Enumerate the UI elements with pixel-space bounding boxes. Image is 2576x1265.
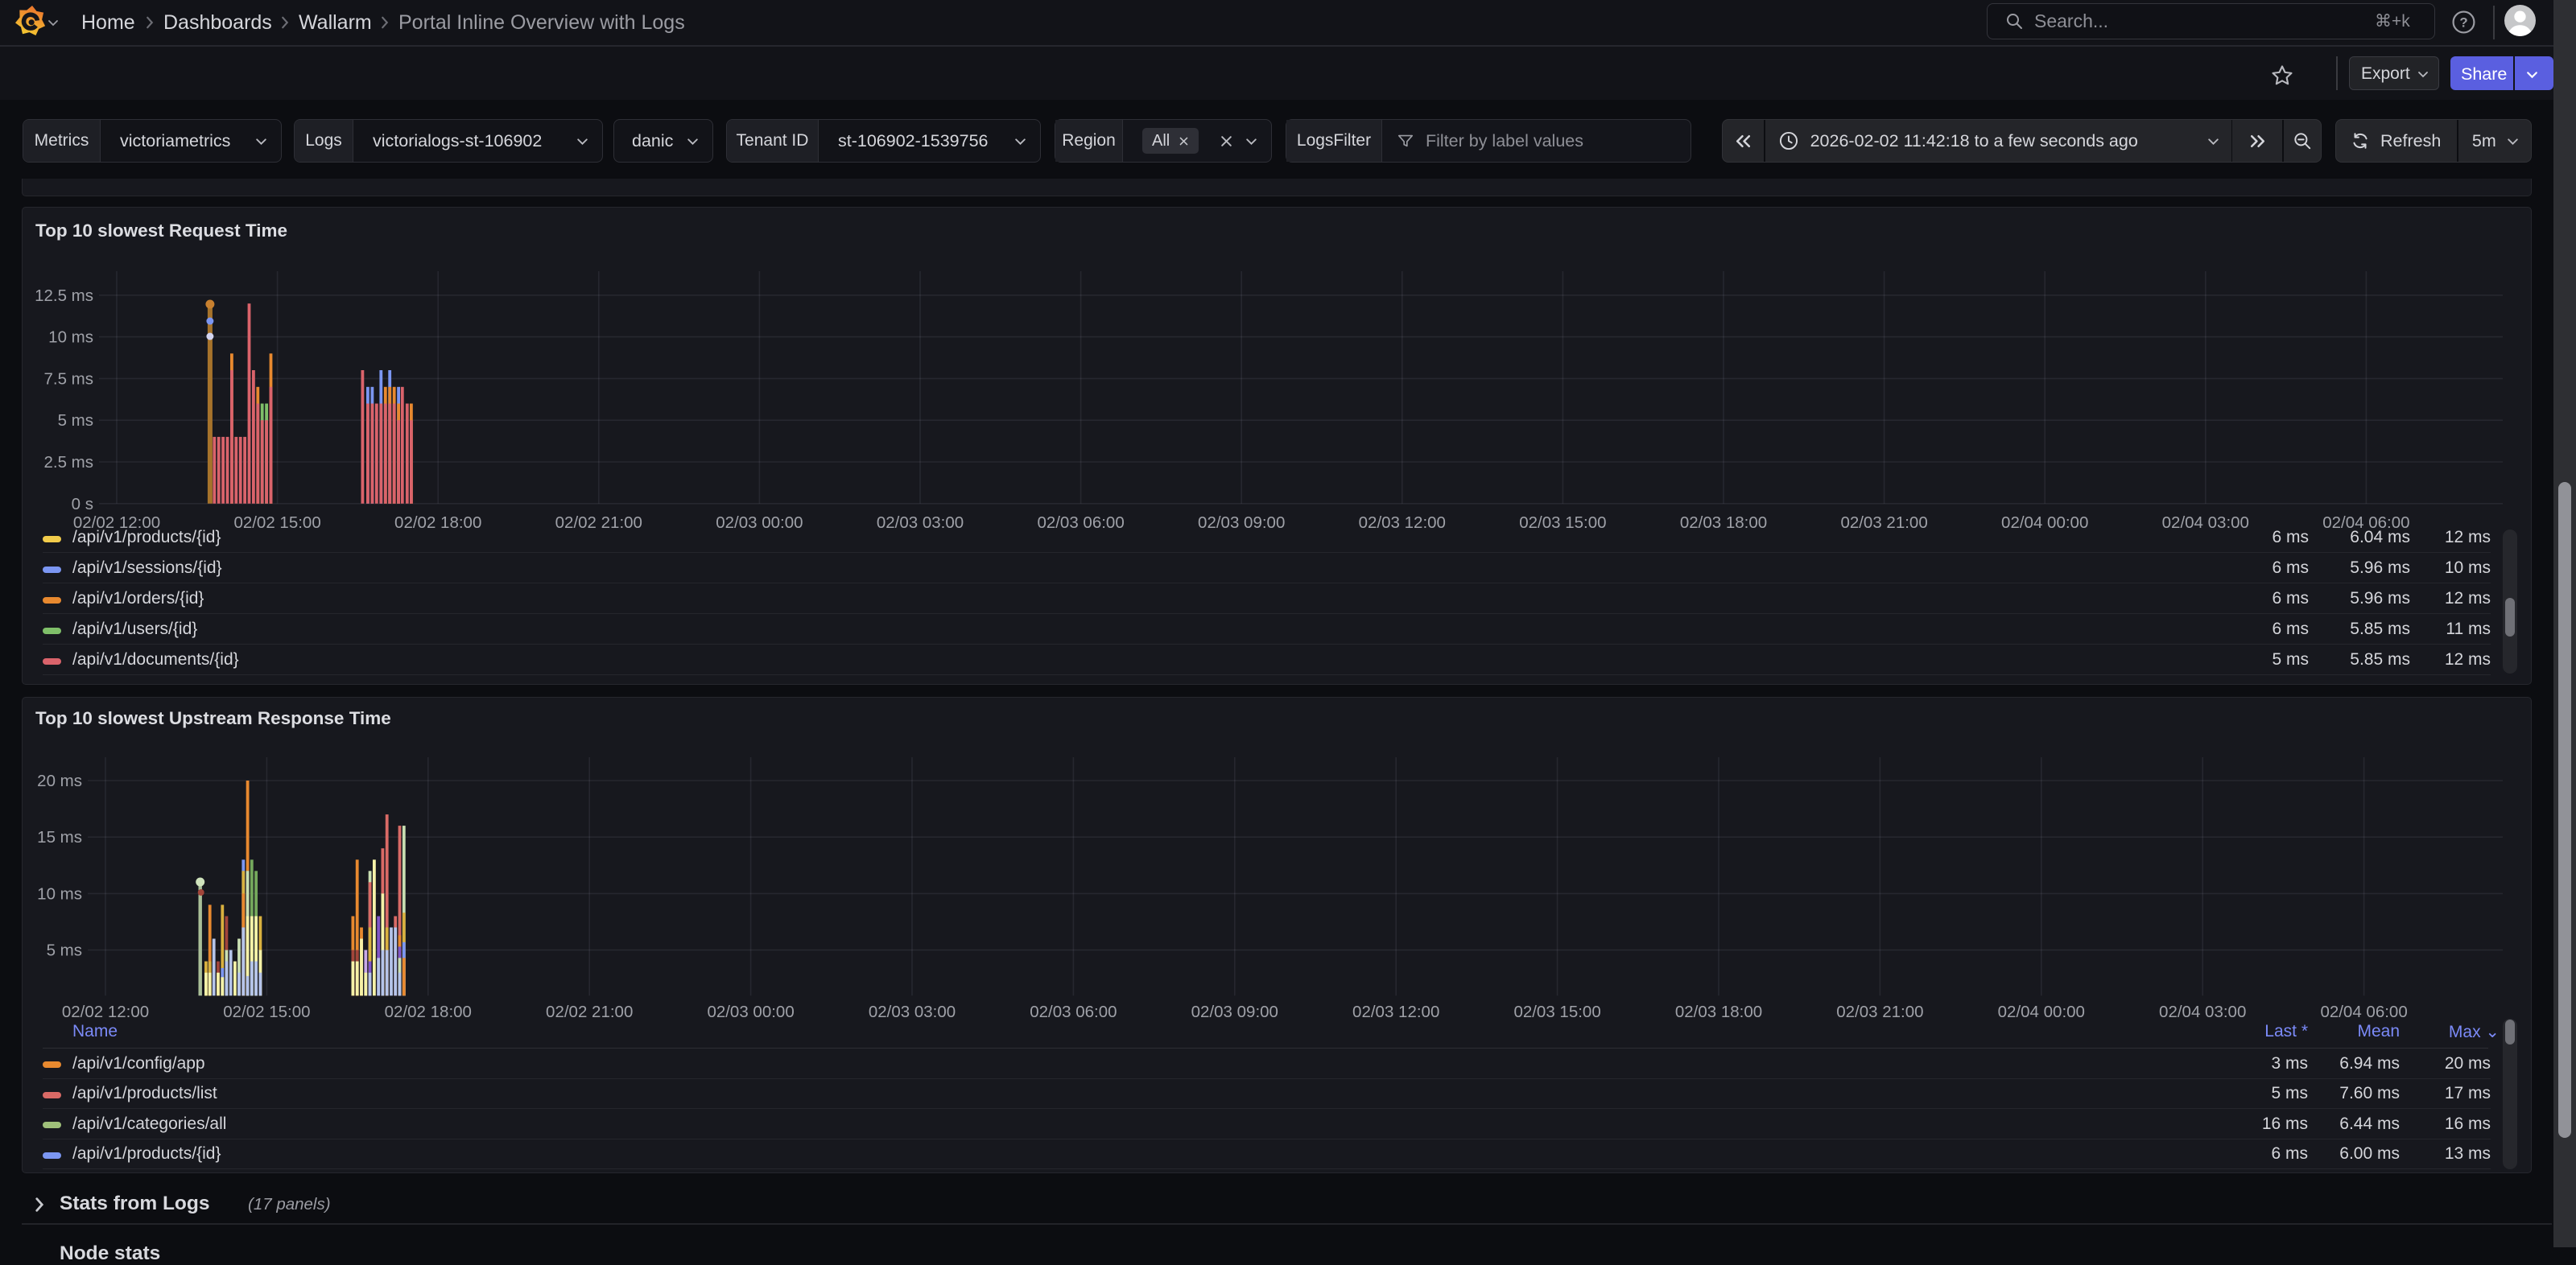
svg-text:20 ms: 20 ms [37,772,82,790]
svg-text:02/03 15:00: 02/03 15:00 [1513,1003,1600,1021]
svg-text:02/03 03:00: 02/03 03:00 [869,1003,956,1021]
svg-text:02/03 18:00: 02/03 18:00 [1680,513,1767,532]
svg-text:02/03 09:00: 02/03 09:00 [1198,513,1285,532]
svg-text:02/04 03:00: 02/04 03:00 [2159,1003,2246,1021]
svg-text:02/03 12:00: 02/03 12:00 [1359,513,1446,532]
svg-text:02/03 21:00: 02/03 21:00 [1840,513,1927,532]
svg-text:5 ms: 5 ms [58,411,93,430]
svg-text:02/03 06:00: 02/03 06:00 [1030,1003,1117,1021]
svg-text:5 ms: 5 ms [47,942,82,960]
svg-text:2.5 ms: 2.5 ms [43,453,93,472]
svg-text:12.5 ms: 12.5 ms [35,286,93,305]
svg-text:0 s: 0 s [72,495,93,513]
svg-text:02/04 06:00: 02/04 06:00 [2320,1003,2407,1021]
svg-text:02/02 15:00: 02/02 15:00 [223,1003,310,1021]
svg-text:02/04 00:00: 02/04 00:00 [1998,1003,2085,1021]
svg-text:02/02 18:00: 02/02 18:00 [394,513,481,532]
svg-text:02/03 00:00: 02/03 00:00 [707,1003,794,1021]
svg-text:15 ms: 15 ms [37,828,82,847]
svg-text:02/03 21:00: 02/03 21:00 [1836,1003,1923,1021]
svg-text:02/02 15:00: 02/02 15:00 [233,513,320,532]
svg-text:?: ? [2459,14,2467,30]
svg-text:02/03 09:00: 02/03 09:00 [1191,1003,1278,1021]
svg-text:02/03 12:00: 02/03 12:00 [1352,1003,1439,1021]
svg-text:02/02 12:00: 02/02 12:00 [62,1003,149,1021]
svg-text:02/03 06:00: 02/03 06:00 [1037,513,1124,532]
svg-text:7.5 ms: 7.5 ms [43,369,93,388]
svg-text:02/02 21:00: 02/02 21:00 [555,513,642,532]
svg-text:02/03 00:00: 02/03 00:00 [716,513,803,532]
svg-text:02/04 00:00: 02/04 00:00 [2001,513,2088,532]
svg-text:02/02 21:00: 02/02 21:00 [546,1003,633,1021]
svg-text:10 ms: 10 ms [37,884,82,903]
svg-text:02/03 18:00: 02/03 18:00 [1675,1003,1762,1021]
svg-text:10 ms: 10 ms [48,328,93,347]
svg-text:02/03 15:00: 02/03 15:00 [1519,513,1606,532]
svg-text:02/03 03:00: 02/03 03:00 [877,513,964,532]
svg-text:02/02 18:00: 02/02 18:00 [385,1003,472,1021]
